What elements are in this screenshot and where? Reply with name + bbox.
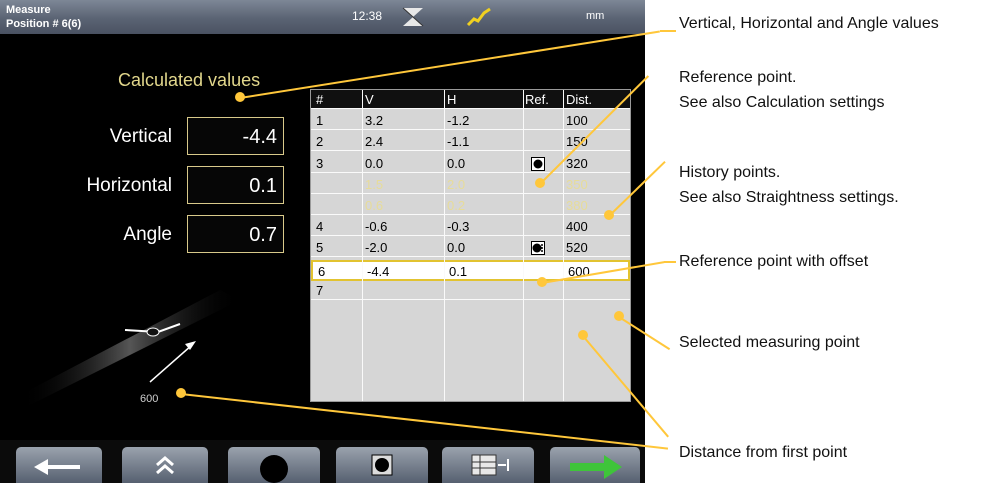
table-cell-h: 0.0	[447, 155, 466, 171]
laser-beam-icon	[466, 7, 491, 27]
table-cell-h: 0.0	[447, 240, 466, 256]
history-row[interactable]: 0.6 0.2 380	[311, 196, 630, 215]
annotation-selected-point: Selected measuring point	[679, 334, 860, 351]
table-cell-h: 0.1	[449, 263, 468, 279]
reference-point-icon	[371, 454, 393, 476]
table-cell-dist: 380	[566, 198, 588, 213]
table-settings-icon	[471, 454, 509, 476]
up-button[interactable]	[122, 447, 208, 483]
selected-row[interactable]: 6 -4.4 0.1 600	[311, 259, 630, 281]
measurement-table: # V H Ref. Dist. 1 3.2 -1.2 100 2 2.4 -1.1 150 3 0.0 0.…	[310, 89, 631, 402]
table-cell-dist: 320	[566, 155, 588, 171]
table-cell-v: 2.4	[365, 134, 384, 150]
table-cell-v: 3.2	[365, 113, 384, 129]
table-row[interactable]: 4 -0.6 -0.3 400	[311, 217, 630, 237]
callout-line-offset-end	[664, 261, 676, 263]
header-cell: H	[447, 92, 457, 107]
clock: 12:38	[352, 9, 383, 23]
table-cell-dist: 100	[566, 113, 588, 129]
back-arrow-icon	[34, 459, 80, 475]
hourglass-icon	[402, 7, 424, 27]
table-cell-v: -4.4	[367, 263, 390, 279]
callout-line-values-end	[660, 30, 676, 32]
reference-offset-icon	[531, 241, 545, 256]
chevrons-up-icon	[156, 456, 174, 475]
angle-value: 0.7	[187, 215, 284, 253]
table-cell-v: 0.0	[365, 155, 384, 171]
table-row[interactable]: 7	[311, 281, 630, 300]
straightness-graphic: 600	[20, 290, 240, 410]
table-cell-h: -0.3	[447, 219, 470, 235]
table-cell-v: -2.0	[365, 240, 388, 256]
table-cell-n: 6	[318, 263, 326, 279]
reference-point-icon	[531, 156, 545, 171]
unit-label: mm	[586, 10, 605, 22]
set-reference-button[interactable]	[336, 447, 428, 483]
annotation-values: Vertical, Horizontal and Angle values	[679, 15, 939, 32]
table-row[interactable]: 5 -2.0 0.0 520	[311, 238, 630, 258]
table-cell-dist: 520	[566, 240, 588, 256]
table-cell-dist: 400	[566, 219, 588, 235]
table-cell-n: 2	[316, 134, 324, 150]
annotation-reference-offset: Reference point with offset	[679, 253, 869, 270]
table-cell-h: 2.0	[447, 176, 466, 192]
table-cell-h: -1.2	[447, 113, 470, 129]
next-button[interactable]	[550, 447, 640, 483]
table-row[interactable]: 1 3.2 -1.2 100	[311, 111, 630, 131]
annotation-reference-2: See also Calculation settings	[679, 94, 885, 111]
horizontal-value: 0.1	[187, 166, 284, 204]
annotation-history-1: History points.	[679, 164, 781, 181]
table-cell-n: 5	[316, 240, 324, 256]
header-cell: V	[365, 92, 374, 107]
vertical-label: Vertical	[109, 126, 172, 147]
status-bar: Measure Position # 6(6) 12:38 mm	[0, 0, 645, 34]
back-button[interactable]	[16, 447, 102, 483]
history-row[interactable]: 1.5 2.0 350	[311, 175, 630, 194]
header-cell: Dist.	[566, 92, 592, 107]
calculated-values-title: Calculated values	[118, 70, 261, 90]
table-settings-button[interactable]	[442, 447, 534, 483]
point-icon	[260, 455, 288, 483]
graphic-distance-label: 600	[140, 393, 158, 405]
table-row[interactable]: 3 0.0 0.0 320	[311, 154, 630, 173]
table-cell-n: 1	[316, 113, 324, 129]
angle-label: Angle	[123, 224, 172, 245]
forward-arrow-icon	[570, 455, 622, 479]
table-cell-h: -1.1	[447, 134, 470, 150]
horizontal-label: Horizontal	[86, 175, 172, 196]
measure-point-button[interactable]	[228, 447, 320, 483]
table-cell-n: 3	[316, 155, 324, 171]
table-header-row: # V H Ref. Dist.	[311, 90, 630, 109]
annotation-reference-1: Reference point.	[679, 69, 797, 86]
table-cell-v: 0.6	[365, 198, 384, 213]
app-title: Measure	[6, 4, 51, 16]
vertical-value: -4.4	[187, 117, 284, 155]
table-cell-v: -0.6	[365, 219, 388, 235]
table-cell-dist: 350	[566, 176, 588, 192]
annotation-history-2: See also Straightness settings.	[679, 189, 899, 206]
header-cell: #	[316, 92, 324, 107]
annotation-distance: Distance from first point	[679, 444, 848, 461]
table-cell-h: 0.2	[447, 198, 466, 213]
table-cell-v: 1.5	[365, 176, 384, 192]
table-cell-n: 4	[316, 219, 324, 235]
position-label: Position # 6(6)	[6, 18, 82, 30]
table-cell-n: 7	[316, 282, 324, 298]
header-cell: Ref.	[525, 92, 549, 107]
